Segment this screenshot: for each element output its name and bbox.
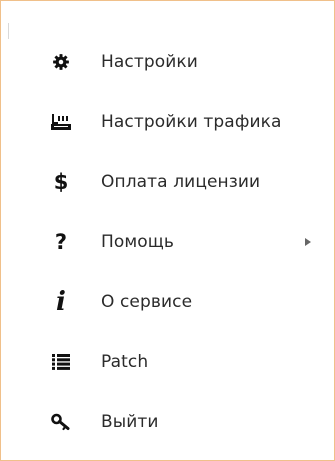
menu-item-license-payment[interactable]: $ Оплата лицензии <box>1 152 334 212</box>
menu-item-settings[interactable]: Настройки <box>1 32 334 92</box>
traffic-settings-icon <box>49 110 73 134</box>
menu-item-patch[interactable]: Patch <box>1 332 334 392</box>
menu-item-label: О сервисе <box>101 292 193 312</box>
dollar-icon: $ <box>53 169 69 194</box>
list-icon <box>49 350 73 374</box>
menu-item-label: Настройки <box>101 52 198 72</box>
menu-item-label: Помощь <box>101 232 175 252</box>
menu-item-label: Выйти <box>101 412 159 432</box>
menu-item-label: Оплата лицензии <box>101 172 261 192</box>
menu-item-label: Patch <box>101 352 149 372</box>
menu-item-exit[interactable]: Выйти <box>1 392 334 452</box>
menu-item-traffic-settings[interactable]: Настройки трафика <box>1 92 334 152</box>
key-icon <box>49 410 73 434</box>
gear-icon <box>49 50 73 74</box>
menu-item-label: Настройки трафика <box>101 112 282 132</box>
question-icon: ? <box>54 229 68 254</box>
menu-item-about[interactable]: i О сервисе <box>1 272 334 332</box>
context-menu-panel: Настройки Настройки трафика $ Оплата лиц… <box>0 0 335 461</box>
submenu-arrow-icon <box>305 238 311 246</box>
info-icon: i <box>56 287 66 317</box>
menu-item-help[interactable]: ? Помощь <box>1 212 334 272</box>
context-menu: Настройки Настройки трафика $ Оплата лиц… <box>1 32 334 452</box>
